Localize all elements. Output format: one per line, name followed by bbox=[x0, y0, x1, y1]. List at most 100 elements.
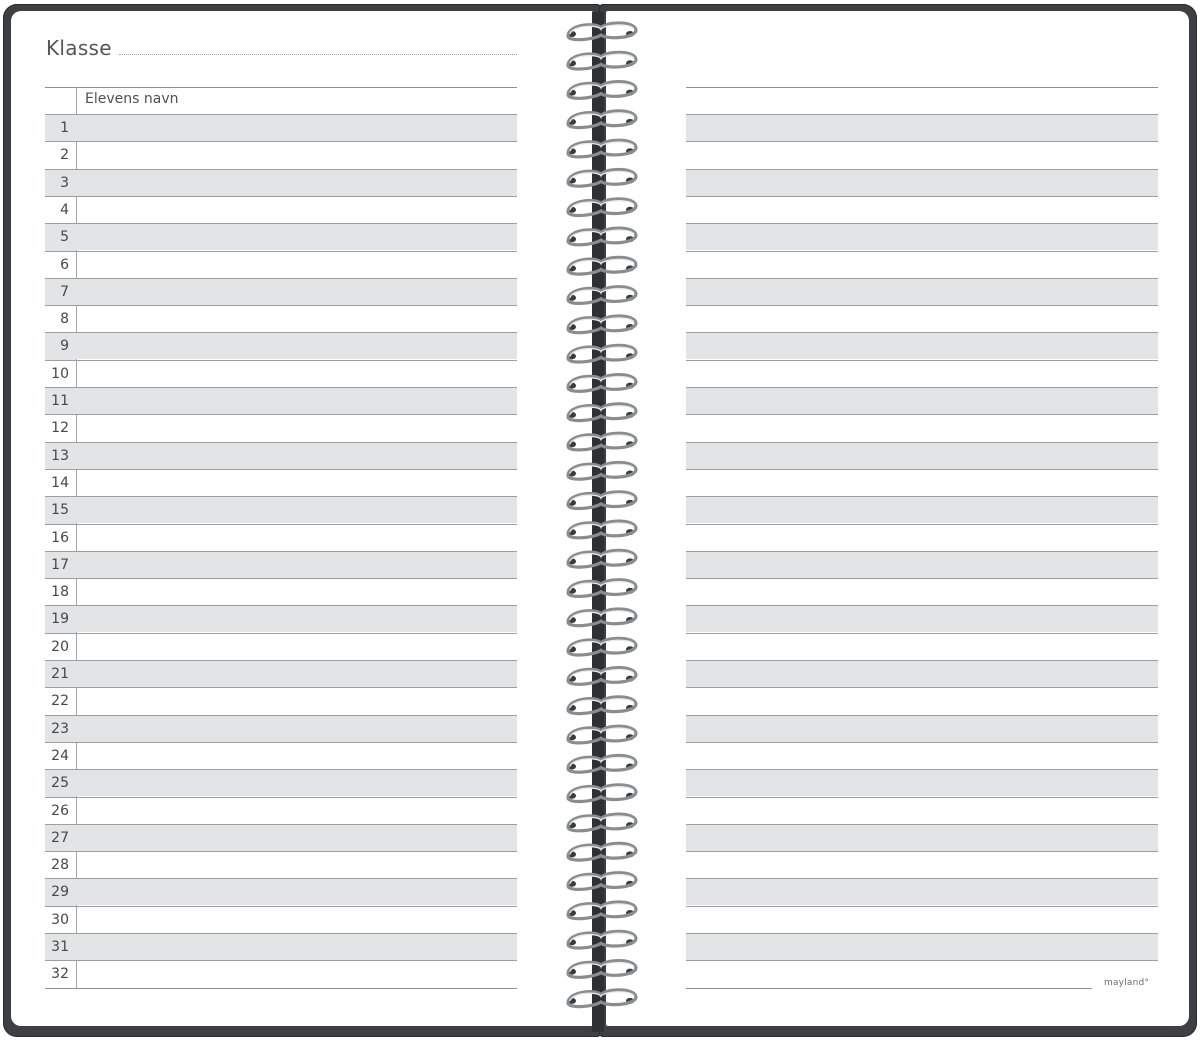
student-row: 32 bbox=[45, 960, 517, 989]
row-number: 14 bbox=[45, 469, 76, 497]
row-number: 17 bbox=[45, 551, 76, 579]
student-row: 18 bbox=[45, 578, 517, 607]
right-row bbox=[686, 796, 1158, 824]
row-number: 27 bbox=[45, 824, 76, 852]
student-row: 22 bbox=[45, 687, 517, 716]
right-row bbox=[686, 414, 1158, 441]
row-number: 16 bbox=[45, 524, 76, 552]
row-number: 19 bbox=[45, 606, 76, 634]
right-row bbox=[686, 578, 1158, 605]
student-row: 28 bbox=[45, 851, 517, 880]
right-row bbox=[686, 332, 1158, 360]
right-row bbox=[686, 960, 1158, 987]
row-number: 29 bbox=[45, 879, 76, 907]
right-row bbox=[686, 523, 1158, 551]
right-row bbox=[686, 605, 1158, 633]
klasse-label: Klasse bbox=[46, 36, 112, 60]
student-row: 12 bbox=[45, 414, 517, 443]
row-number: 6 bbox=[45, 251, 76, 279]
student-row: 1 bbox=[45, 114, 517, 142]
row-number: 31 bbox=[45, 934, 76, 961]
student-row: 26 bbox=[45, 796, 517, 825]
row-number: 15 bbox=[45, 497, 76, 525]
student-row: 24 bbox=[45, 741, 517, 770]
right-row bbox=[686, 632, 1158, 660]
row-number: 20 bbox=[45, 633, 76, 661]
grid-bottom-line bbox=[45, 988, 517, 989]
right-row bbox=[686, 223, 1158, 251]
row-number: 26 bbox=[45, 797, 76, 825]
student-row: 13 bbox=[45, 441, 517, 470]
student-row: 19 bbox=[45, 605, 517, 634]
student-row: 29 bbox=[45, 878, 517, 907]
row-number: 30 bbox=[45, 906, 76, 934]
header-line bbox=[45, 87, 517, 88]
row-number: 2 bbox=[45, 142, 76, 170]
right-row bbox=[686, 168, 1158, 196]
student-row: 8 bbox=[45, 305, 517, 334]
row-number: 21 bbox=[45, 661, 76, 688]
row-number: 28 bbox=[45, 852, 76, 880]
student-row: 16 bbox=[45, 523, 517, 552]
right-header-line bbox=[686, 87, 1158, 88]
row-number: 18 bbox=[45, 579, 76, 607]
right-row bbox=[686, 905, 1158, 933]
student-row: 25 bbox=[45, 769, 517, 798]
column-header-elevens-navn: Elevens navn bbox=[85, 91, 179, 107]
student-row: 11 bbox=[45, 387, 517, 415]
row-number: 4 bbox=[45, 196, 76, 224]
spiral-binding bbox=[566, 12, 638, 1032]
row-number: 5 bbox=[45, 224, 76, 252]
student-row: 3 bbox=[45, 168, 517, 197]
right-row bbox=[686, 851, 1158, 878]
student-row: 5 bbox=[45, 223, 517, 252]
right-row bbox=[686, 141, 1158, 168]
student-row: 4 bbox=[45, 195, 517, 224]
student-row: 15 bbox=[45, 496, 517, 525]
row-number: 7 bbox=[45, 278, 76, 306]
right-row bbox=[686, 496, 1158, 524]
right-row bbox=[686, 250, 1158, 278]
right-row bbox=[686, 387, 1158, 414]
right-row bbox=[686, 741, 1158, 769]
right-row bbox=[686, 277, 1158, 305]
right-row bbox=[686, 878, 1158, 906]
right-row bbox=[686, 195, 1158, 223]
row-number: 9 bbox=[45, 333, 76, 361]
row-number: 11 bbox=[45, 388, 76, 415]
right-row bbox=[686, 550, 1158, 578]
student-row: 14 bbox=[45, 468, 517, 497]
row-number: 12 bbox=[45, 415, 76, 443]
right-row bbox=[686, 714, 1158, 742]
student-row: 10 bbox=[45, 359, 517, 388]
row-number: 32 bbox=[45, 961, 76, 989]
student-row: 30 bbox=[45, 905, 517, 934]
row-number: 25 bbox=[45, 770, 76, 798]
row-number: 22 bbox=[45, 688, 76, 716]
right-row bbox=[686, 769, 1158, 797]
right-row bbox=[686, 660, 1158, 687]
right-row bbox=[686, 114, 1158, 141]
student-row: 2 bbox=[45, 141, 517, 170]
row-number: 13 bbox=[45, 442, 76, 470]
right-row bbox=[686, 823, 1158, 851]
row-number: 8 bbox=[45, 306, 76, 334]
row-number: 24 bbox=[45, 742, 76, 770]
student-row: 23 bbox=[45, 714, 517, 743]
brand-logo: mayland° bbox=[1104, 978, 1150, 988]
student-row: 21 bbox=[45, 660, 517, 688]
right-row bbox=[686, 441, 1158, 469]
row-number: 23 bbox=[45, 715, 76, 743]
right-row bbox=[686, 305, 1158, 332]
row-number: 3 bbox=[45, 169, 76, 197]
klasse-dotted-line bbox=[119, 54, 517, 55]
student-row: 17 bbox=[45, 550, 517, 579]
row-number: 1 bbox=[45, 115, 76, 142]
right-row bbox=[686, 359, 1158, 387]
student-row: 31 bbox=[45, 933, 517, 961]
right-row bbox=[686, 468, 1158, 496]
notebook-spread: Klasse Elevens navn 1 2 3 4 5 6 7 8 9 10 11 12 13 14 1… bbox=[0, 0, 1200, 1042]
student-row: 27 bbox=[45, 823, 517, 852]
right-row bbox=[686, 933, 1158, 960]
row-number: 10 bbox=[45, 360, 76, 388]
